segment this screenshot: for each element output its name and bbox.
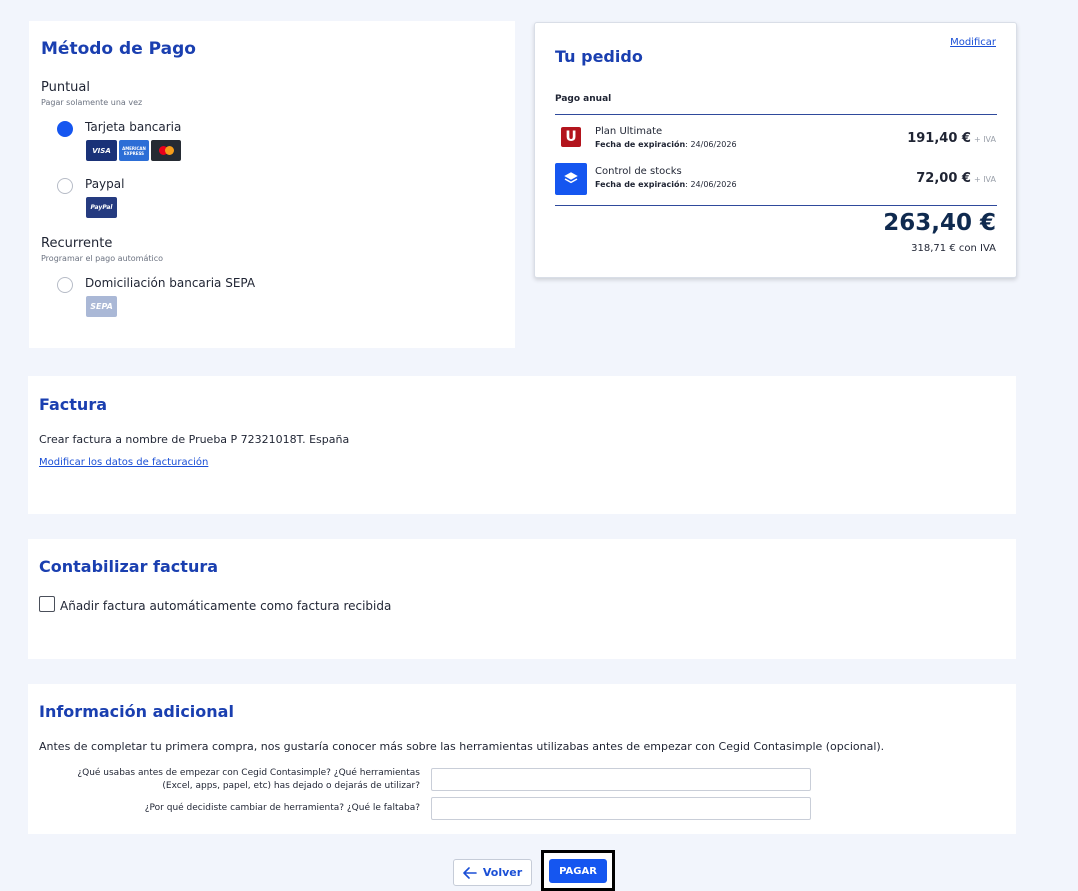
recurrente-sub: Programar el pago automático xyxy=(41,254,164,263)
order-frequency: Pago anual xyxy=(555,94,612,104)
back-button[interactable]: Volver xyxy=(453,859,532,886)
order-divider xyxy=(555,114,997,115)
additional-info-title: Información adicional xyxy=(39,702,234,721)
order-total: 263,40 € xyxy=(883,210,996,236)
product-name: Control de stocks xyxy=(595,166,682,177)
question-2-input[interactable] xyxy=(431,797,811,820)
amex-logo: AMERICAN EXPRESS xyxy=(119,140,149,161)
product-name: Plan Ultimate xyxy=(595,126,663,137)
order-modify-link[interactable]: Modificar xyxy=(950,37,996,48)
payment-method-title: Método de Pago xyxy=(41,39,196,59)
question-1-input[interactable] xyxy=(431,768,811,791)
invoice-title: Factura xyxy=(39,395,107,414)
product-expiration: Fecha de expiración: 24/06/2026 xyxy=(595,140,737,149)
product-expiration: Fecha de expiración: 24/06/2026 xyxy=(595,180,737,189)
card-option-label[interactable]: Tarjeta bancaria xyxy=(85,120,181,134)
sepa-option-label[interactable]: Domiciliación bancaria SEPA xyxy=(85,276,255,290)
back-button-label: Volver xyxy=(482,866,523,879)
payment-method-card: Método de Pago Puntual Pagar solamente u… xyxy=(29,21,515,348)
accounting-card: Contabilizar factura Añadir factura auto… xyxy=(28,539,1016,659)
accounting-title: Contabilizar factura xyxy=(39,557,219,576)
product-price: 72,00 € + IVA xyxy=(916,171,996,186)
arrow-left-icon xyxy=(463,866,477,879)
order-divider xyxy=(555,205,997,206)
question-2-label: ¿Por qué decidiste cambiar de herramient… xyxy=(144,803,420,813)
radio-paypal[interactable] xyxy=(57,178,73,194)
additional-info-card: Información adicional Antes de completar… xyxy=(28,684,1016,834)
plan-ultimate-icon: U xyxy=(555,121,587,153)
paypal-option-label[interactable]: Paypal xyxy=(85,177,124,191)
auto-invoice-label[interactable]: Añadir factura automáticamente como fact… xyxy=(60,599,391,613)
paypal-logo: PayPal xyxy=(86,197,117,218)
question-1-label: ¿Qué usabas antes de empezar con Cegid C… xyxy=(77,768,420,791)
sepa-logo: SEPA xyxy=(86,296,117,317)
order-summary-card: Tu pedido Modificar Pago anual U Plan Ul… xyxy=(534,22,1017,278)
radio-card[interactable] xyxy=(57,121,73,137)
visa-logo: VISA xyxy=(86,140,117,161)
product-price: 191,40 € + IVA xyxy=(907,131,996,146)
recurrente-label: Recurrente xyxy=(41,236,113,251)
auto-invoice-checkbox[interactable] xyxy=(39,596,55,612)
invoice-text: Crear factura a nombre de Prueba P 72321… xyxy=(39,433,350,446)
pay-button[interactable]: PAGAR xyxy=(549,859,607,883)
puntual-sub: Pagar solamente una vez xyxy=(41,98,143,107)
additional-info-intro: Antes de completar tu primera compra, no… xyxy=(39,740,885,753)
radio-sepa[interactable] xyxy=(57,277,73,293)
invoice-modify-link[interactable]: Modificar los datos de facturación xyxy=(39,457,208,468)
invoice-card: Factura Crear factura a nombre de Prueba… xyxy=(28,376,1016,514)
pay-button-focus-frame: PAGAR xyxy=(541,850,615,891)
mastercard-icon xyxy=(151,140,181,161)
order-total-iva: 318,71 € con IVA xyxy=(911,243,996,254)
layers-icon xyxy=(555,163,587,195)
order-title: Tu pedido xyxy=(555,47,643,66)
puntual-label: Puntual xyxy=(41,80,91,95)
